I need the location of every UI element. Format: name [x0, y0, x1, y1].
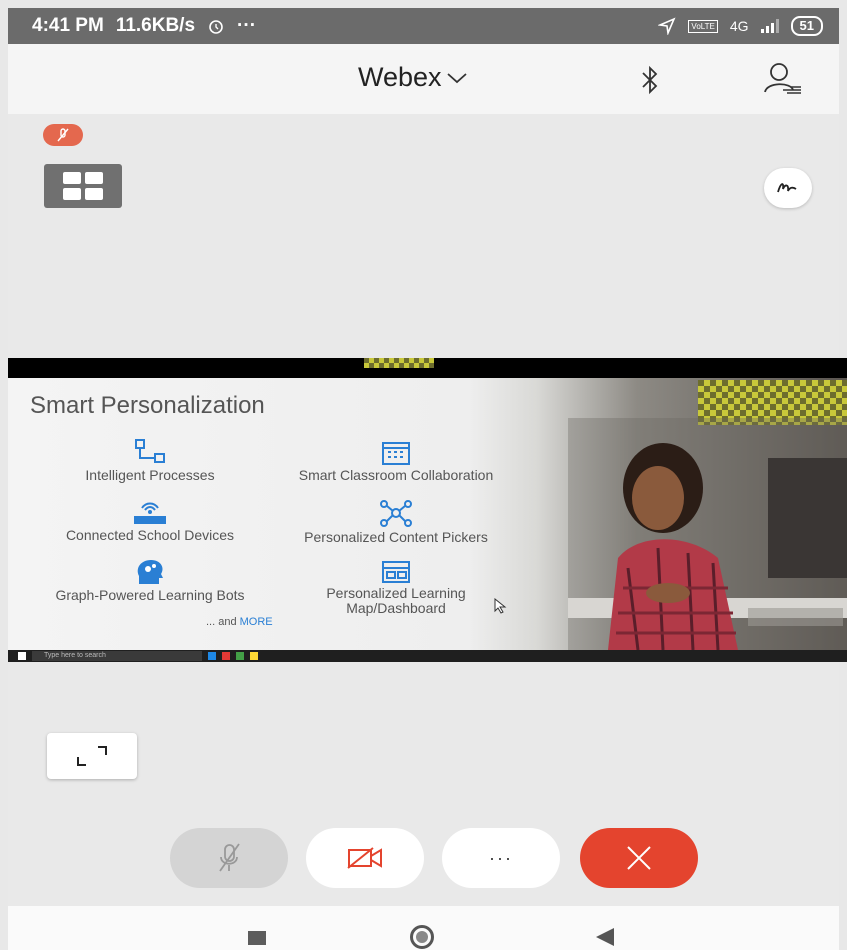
home-button[interactable]: [410, 925, 434, 949]
navigation-bar: [8, 906, 839, 950]
remote-taskbar: Type here to search: [8, 650, 847, 662]
volte-badge: VoLTE: [688, 19, 718, 33]
close-icon: [627, 846, 651, 870]
layout-grid-button[interactable]: [44, 164, 122, 208]
feature-item: Graph-Powered Learning Bots: [40, 558, 260, 603]
feature-label: Personalized Content Pickers: [304, 529, 488, 545]
annotate-button[interactable]: [764, 168, 812, 208]
participants-icon[interactable]: [763, 62, 803, 96]
app-header: Webex: [8, 44, 839, 114]
mic-off-icon: [219, 843, 240, 872]
calendar-icon: [382, 442, 410, 465]
feature-label: Smart Classroom Collaboration: [298, 467, 494, 483]
feature-label: Graph-Powered Learning Bots: [55, 587, 245, 603]
mute-button[interactable]: [170, 828, 288, 888]
dashboard-icon: [382, 561, 410, 583]
back-button[interactable]: [596, 928, 614, 946]
presentation-slide: Smart Personalization Intelligent Proces…: [8, 378, 847, 650]
muted-badge: [43, 124, 83, 146]
bluetooth-icon[interactable]: [638, 64, 662, 96]
signal-icon: [760, 19, 779, 33]
feature-label: Connected School Devices: [65, 527, 235, 543]
status-speed: 11.6KB/s: [115, 15, 196, 36]
feature-item: Smart Classroom Collaboration: [286, 440, 506, 483]
mouse-cursor-icon: [494, 598, 507, 614]
video-off-icon: [347, 847, 382, 869]
feature-label: Intelligent Processes: [85, 467, 215, 483]
more-options-button[interactable]: ···: [442, 828, 560, 888]
router-icon: [134, 502, 166, 524]
location-icon: [658, 17, 676, 35]
windows-start-icon: [18, 652, 26, 660]
nodes-icon: [380, 500, 412, 527]
network-type: 4G: [729, 18, 749, 34]
student-photo: [568, 418, 847, 650]
status-bar: 4:41 PM 11.6KB/s ··· VoLTE 4G 51: [8, 8, 839, 44]
recent-apps-button[interactable]: [248, 931, 266, 945]
battery-level: 51: [790, 16, 823, 36]
and-more-text: ... and MORE: [206, 616, 273, 628]
feature-item: Intelligent Processes: [40, 438, 260, 483]
feature-label: Personalized Learning Map/Dashboard: [326, 585, 466, 616]
more-icon: ···: [489, 847, 513, 868]
app-title: Webex: [358, 62, 442, 92]
meeting-switcher[interactable]: Webex: [358, 62, 468, 93]
taskbar-search: Type here to search: [32, 651, 202, 661]
taskbar-app-icon: [236, 652, 244, 660]
chevron-down-icon: [446, 72, 467, 83]
taskbar-app-icon: [208, 652, 216, 660]
head-gears-icon: [137, 560, 163, 584]
taskbar-app-icon: [222, 652, 230, 660]
alarm-icon: [209, 20, 223, 34]
mic-muted-icon: [57, 128, 69, 142]
expand-icon: [77, 746, 107, 766]
annotate-icon: [777, 183, 797, 193]
process-icon: [135, 439, 165, 463]
checker-pattern: [364, 358, 434, 368]
feature-item: Personalized Learning Map/Dashboard: [286, 560, 506, 616]
feature-item: Personalized Content Pickers: [286, 498, 506, 545]
video-button[interactable]: [306, 828, 424, 888]
status-time: 4:41 PM: [32, 15, 104, 36]
shared-screen[interactable]: Smart Personalization Intelligent Proces…: [8, 358, 847, 662]
slide-title: Smart Personalization: [30, 392, 265, 419]
home-icon: [416, 931, 428, 943]
feature-item: Connected School Devices: [40, 500, 260, 543]
end-call-button[interactable]: [580, 828, 698, 888]
grid-icon: [63, 172, 81, 184]
fullscreen-button[interactable]: [47, 733, 137, 779]
taskbar-app-icon: [250, 652, 258, 660]
more-link[interactable]: MORE: [240, 616, 273, 628]
status-more: ···: [237, 15, 257, 36]
